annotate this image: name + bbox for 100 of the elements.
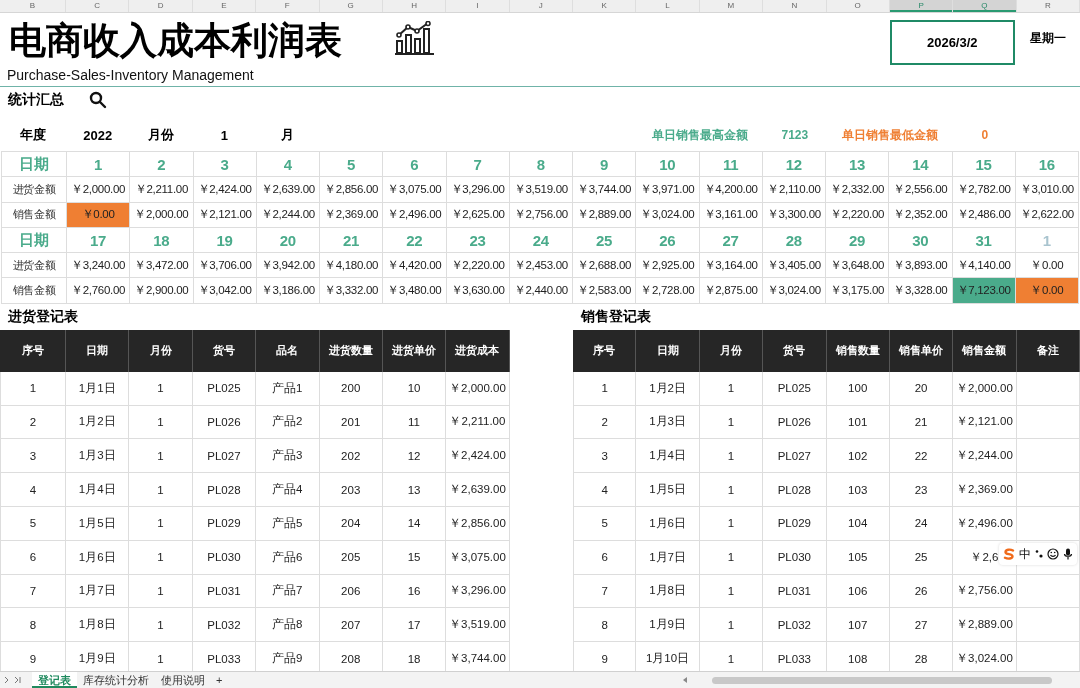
table-cell: 产品4 (256, 473, 320, 507)
column-header: 月份 (129, 329, 193, 372)
table-cell: 1月8日 (636, 574, 700, 609)
column-header[interactable]: K (573, 0, 637, 12)
table-cell: 产品7 (256, 574, 320, 609)
punctuation-icon[interactable] (1035, 549, 1043, 559)
column-header[interactable]: J (509, 0, 573, 12)
column-header[interactable]: C (66, 0, 130, 12)
table-cell: ￥3,706.00 (193, 253, 257, 279)
table-cell: 1月7日 (66, 574, 130, 609)
table-cell (1016, 473, 1080, 507)
column-header: 进货单价 (382, 329, 447, 372)
table-cell: PL031 (192, 574, 257, 609)
day-number: 2 (130, 152, 194, 178)
column-header[interactable]: I (446, 0, 510, 12)
last-sheet-icon[interactable] (14, 676, 22, 684)
column-header: 进货成本 (446, 329, 510, 372)
column-header[interactable]: R (1016, 0, 1080, 12)
table-cell: ￥3,328.00 (889, 278, 953, 304)
table-cell: ￥2,424.00 (193, 177, 257, 203)
sheet-tab[interactable]: 登记表 (32, 672, 77, 688)
table-cell: ￥2,110.00 (762, 177, 826, 203)
max-sales-value: 7123 (780, 128, 810, 142)
column-header[interactable]: G (319, 0, 383, 12)
table-cell: 7 (573, 574, 637, 609)
table-cell (1016, 574, 1080, 609)
column-header[interactable]: L (636, 0, 700, 12)
column-header[interactable]: P (889, 0, 954, 12)
table-cell: 1月5日 (66, 506, 130, 541)
ime-mode-toggle[interactable]: 中 (1019, 545, 1031, 563)
table-cell: 1月6日 (636, 506, 700, 541)
column-header[interactable]: D (129, 0, 193, 12)
column-header[interactable]: O (826, 0, 890, 12)
day-number: 24 (509, 227, 573, 254)
column-header[interactable]: B (0, 0, 66, 12)
table-cell: ￥3,024.00 (636, 202, 700, 228)
min-sales-value: 0 (980, 128, 990, 142)
table-cell: ￥2,756.00 (953, 574, 1017, 609)
table-cell: 1月8日 (66, 608, 130, 643)
table-cell: 2 (573, 405, 637, 440)
table-cell: ￥3,161.00 (699, 202, 763, 228)
table-cell: 产品5 (256, 506, 320, 541)
sheet-tab[interactable]: 使用说明 (155, 672, 211, 688)
column-header[interactable]: H (382, 0, 447, 12)
add-sheet-button[interactable]: + (211, 674, 228, 686)
column-header[interactable]: Q (953, 0, 1017, 12)
table-cell: ￥2,352.00 (889, 202, 953, 228)
column-header: 货号 (192, 329, 257, 372)
scroll-left-icon[interactable] (682, 676, 688, 684)
table-cell: ￥3,010.00 (1015, 177, 1079, 203)
table-cell: ￥2,369.00 (953, 473, 1017, 507)
day-number: 8 (509, 152, 573, 178)
day-number: 4 (256, 152, 320, 178)
table-cell: ￥2,556.00 (889, 177, 953, 203)
day-number: 11 (699, 152, 763, 178)
day-number: 1 (1015, 227, 1079, 254)
table-cell: ￥2,121.00 (193, 202, 257, 228)
table-cell: 1 (129, 473, 193, 507)
next-sheet-icon[interactable] (4, 676, 10, 684)
column-header[interactable]: M (699, 0, 764, 12)
day-number: 29 (826, 227, 890, 254)
table-cell: ￥0.00 (1015, 278, 1079, 304)
table-cell: ￥3,472.00 (130, 253, 194, 279)
table-cell: 1 (699, 608, 764, 643)
sheet-title: 电商收入成本利润表 (8, 19, 343, 63)
microphone-icon[interactable] (1063, 548, 1073, 560)
table-cell: ￥2,889.00 (953, 608, 1017, 643)
day-number: 14 (889, 152, 953, 178)
day-number: 28 (762, 227, 826, 254)
column-header[interactable]: F (256, 0, 320, 12)
table-cell: ￥2,211.00 (446, 405, 510, 440)
day-number: 15 (952, 152, 1016, 178)
ime-logo-icon[interactable] (1003, 548, 1015, 560)
day-number: 16 (1015, 152, 1079, 178)
column-header[interactable]: N (763, 0, 827, 12)
table-cell: 1 (699, 371, 764, 406)
table-cell: 产品3 (256, 439, 320, 474)
table-cell: 101 (826, 405, 890, 440)
date-cell[interactable]: 2026/3/2 (889, 20, 1015, 65)
month-unit-label: 月 (280, 126, 296, 144)
table-cell: 1 (129, 608, 193, 643)
table-cell: 1月6日 (66, 540, 130, 575)
smiley-icon[interactable] (1047, 548, 1059, 560)
table-cell: 104 (826, 506, 890, 541)
bar-chart-icon (393, 21, 436, 55)
day-number: 5 (320, 152, 384, 178)
table-cell: ￥2,496.00 (383, 202, 447, 228)
column-header[interactable]: E (192, 0, 257, 12)
table-cell: ￥2,625.00 (446, 202, 510, 228)
table-cell: 27 (889, 608, 954, 643)
table-cell: 1 (699, 574, 764, 609)
sheet-tab[interactable]: 库存统计分析 (77, 672, 155, 688)
table-cell: 5 (573, 506, 637, 541)
table-cell: 21 (889, 405, 954, 440)
day-number: 1 (67, 152, 131, 178)
day-number: 23 (446, 227, 510, 254)
table-cell: 5 (0, 506, 66, 541)
table-cell: 16 (382, 574, 447, 609)
table-cell: 207 (319, 608, 383, 643)
scrollbar-thumb[interactable] (712, 676, 1052, 684)
